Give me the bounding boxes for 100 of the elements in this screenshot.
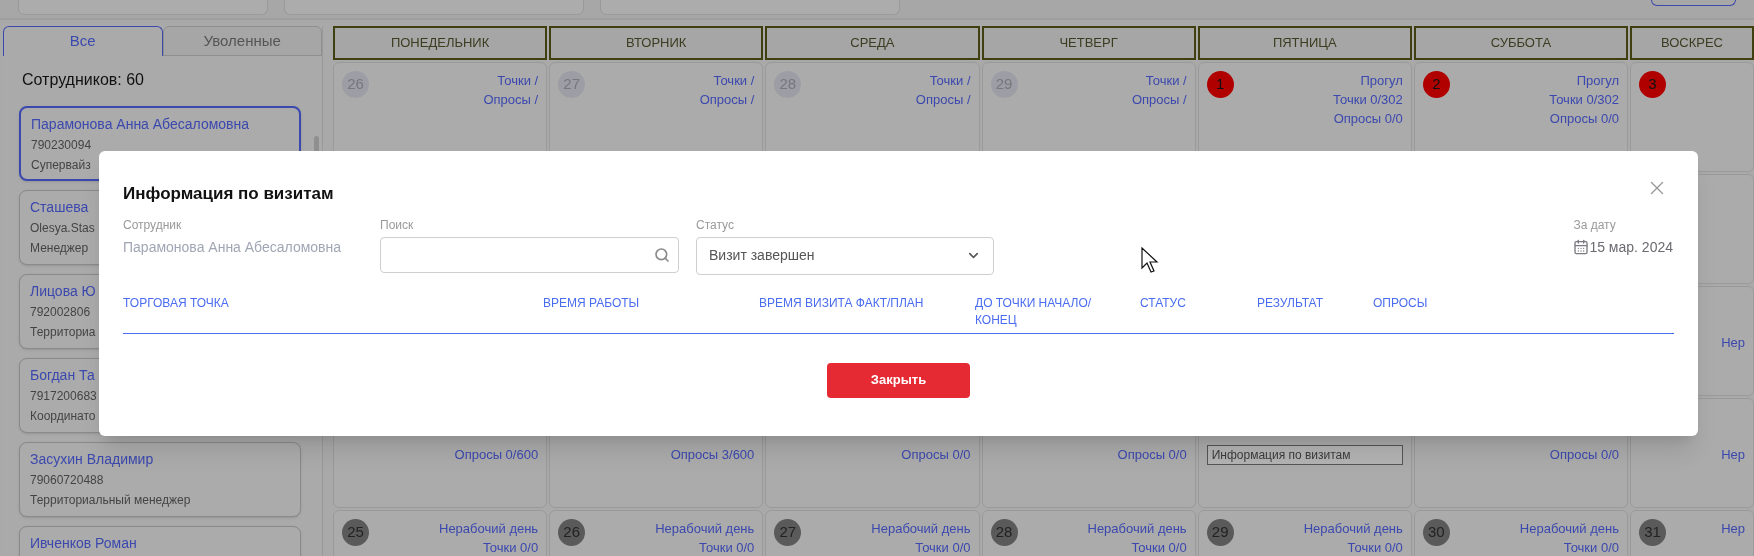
day-stat: Точки 0/0 xyxy=(482,539,539,556)
date-value: 15 мар. 2024 xyxy=(1589,237,1673,257)
day-stat: Прогул xyxy=(1360,72,1403,90)
column-header: ВРЕМЯ РАБОТЫ xyxy=(543,294,641,312)
day-stat: Опросы / xyxy=(483,91,539,109)
day-number: 30 xyxy=(1422,519,1450,546)
employee-role: Менеджер xyxy=(30,240,89,256)
day-cell[interactable]: 29 Нерабочий день Точки 0/0 xyxy=(1197,510,1412,556)
column-header: РЕЗУЛЬТАТ xyxy=(1257,294,1324,312)
calendar-icon xyxy=(1573,239,1590,255)
day-cell[interactable]: 28 Нерабочий день Точки 0/0 xyxy=(981,510,1196,556)
employee-card[interactable]: Засухин Владимир 79060720488 Территориальный менеджер xyxy=(19,442,301,517)
search-icon xyxy=(654,246,670,263)
day-number: 1 xyxy=(1206,71,1234,98)
day-cell[interactable]: 27 Нерабочий день Точки 0/0 xyxy=(765,510,980,556)
day-number: 29 xyxy=(1206,519,1234,546)
employee-phone: 792002806 xyxy=(30,304,91,320)
employee-phone: 7917200683 xyxy=(30,388,97,404)
column-header: ОПРОСЫ xyxy=(1373,294,1429,312)
day-stat: Опросы 0/0 xyxy=(901,446,971,464)
day-cell[interactable]: 26 Нерабочий день Точки 0/0 xyxy=(549,510,764,556)
employee-phone: 79060720488 xyxy=(30,472,104,488)
field-label: Поиск xyxy=(380,216,415,234)
day-stat: Опросы / xyxy=(1131,91,1187,109)
dialog-title: Информация по визитам xyxy=(123,183,334,205)
employee-count: Сотрудников: 60 xyxy=(22,70,145,90)
day-stat: Опросы 0/0 xyxy=(1549,110,1619,128)
field-label: За дату xyxy=(1573,216,1617,234)
employee-role: Супервайз xyxy=(31,157,91,173)
day-stat: Опросы 0/0 xyxy=(1117,446,1187,464)
day-cell[interactable]: 31 Нер xyxy=(1630,510,1754,556)
day-stat: Точки 0/0 xyxy=(1563,539,1619,556)
day-stat: Точки 0/302 xyxy=(1333,91,1403,109)
employee-name: Богдан Та xyxy=(30,367,95,384)
weekday-header: ПЯТНИЦА xyxy=(1197,26,1412,60)
day-stat: Прогул xyxy=(1576,72,1619,90)
day-stat: Опросы 0/600 xyxy=(454,446,539,464)
day-stat: Нер xyxy=(1721,334,1745,352)
weekday-header: ЧЕТВЕРГ xyxy=(981,26,1196,60)
column-header: ВРЕМЯ ВИЗИТА ФАКТ/ПЛАН xyxy=(759,294,925,312)
field-label: Статус xyxy=(696,216,735,234)
day-cell[interactable]: 30 Нерабочий день Точки 0/0 xyxy=(1413,510,1628,556)
employee-name: Сташева xyxy=(30,199,89,216)
day-number: 2 xyxy=(1422,71,1450,98)
search-field[interactable] xyxy=(380,236,679,273)
employee-name: Парамонова Анна Абесаломовна xyxy=(31,116,250,133)
employee-card[interactable]: Ивченков Роман xyxy=(19,526,301,556)
employee-name: Лицова Ю xyxy=(30,283,96,300)
day-stat: Опросы / xyxy=(699,91,755,109)
day-stat: Точки 0/0 xyxy=(915,539,971,556)
day-cell[interactable]: 25 Нерабочий день Точки 0/0 xyxy=(333,510,548,556)
day-number: 26 xyxy=(558,519,586,546)
tab[interactable]: Все xyxy=(3,26,163,56)
employee-role: Территориальный менеджер xyxy=(30,492,191,508)
tooltip: Информация по визитам xyxy=(1206,445,1403,465)
day-stat: Точки 0/302 xyxy=(1549,91,1619,109)
column-header: СТАТУС xyxy=(1140,294,1187,312)
weekday-header: ПОНЕДЕЛЬНИК xyxy=(333,26,548,60)
close-dialog-button[interactable]: Закрыть xyxy=(827,362,970,398)
day-stat: Нерабочий день xyxy=(1303,520,1403,538)
employee-role: Территориа xyxy=(30,324,96,340)
day-stat: Опросы / xyxy=(915,91,971,109)
weekday-header: ВОСКРЕС xyxy=(1630,26,1754,60)
field-label: Сотрудник xyxy=(123,216,183,234)
employee-phone: 790230094 xyxy=(31,137,92,153)
day-stat: Точки 0/0 xyxy=(1131,539,1187,556)
day-stat: Опросы 3/600 xyxy=(670,446,755,464)
day-stat: Нер xyxy=(1721,446,1745,464)
employee-value: Парамонова Анна Абесаломовна xyxy=(123,237,343,257)
day-number: 28 xyxy=(990,519,1018,546)
column-header: ТОРГОВАЯ ТОЧКА xyxy=(123,294,230,312)
tab[interactable]: Уволенные xyxy=(162,26,322,56)
column-header: ДО ТОЧКИ НАЧАЛО/ КОНЕЦ xyxy=(975,294,1093,329)
day-stat: Нерабочий день xyxy=(655,520,755,538)
day-stat: Нерабочий день xyxy=(1519,520,1619,538)
day-number: 3 xyxy=(1639,71,1666,98)
day-stat: Нерабочий день xyxy=(439,520,539,538)
weekday-header: ВТОРНИК xyxy=(549,26,764,60)
day-stat: Точки / xyxy=(929,72,971,90)
day-stat: Нерабочий день xyxy=(871,520,971,538)
day-stat: Нерабочий день xyxy=(1087,520,1187,538)
employee-name: Ивченков Роман xyxy=(30,535,137,552)
day-stat: Опросы 0/0 xyxy=(1549,446,1619,464)
day-cell[interactable]: 3 xyxy=(1630,62,1754,172)
day-stat: Нер xyxy=(1721,520,1745,538)
weekday-header: СУББОТА xyxy=(1413,26,1628,60)
employee-role: Координато xyxy=(30,408,96,424)
day-stat: Точки / xyxy=(713,72,755,90)
day-stat: Точки / xyxy=(497,72,539,90)
day-stat: Точки 0/0 xyxy=(699,539,755,556)
day-stat: Точки 0/0 xyxy=(1347,539,1403,556)
pointer-icon xyxy=(1141,247,1159,274)
day-stat: Опросы 0/0 xyxy=(1333,110,1403,128)
day-stat: Точки / xyxy=(1145,72,1187,90)
employee-name: Засухин Владимир xyxy=(30,451,154,468)
day-number: 25 xyxy=(342,519,369,546)
day-number: 27 xyxy=(774,519,802,546)
day-number: 31 xyxy=(1639,519,1666,546)
status-select[interactable]: Визит завершен xyxy=(696,236,994,275)
weekday-header: СРЕДА xyxy=(765,26,980,60)
